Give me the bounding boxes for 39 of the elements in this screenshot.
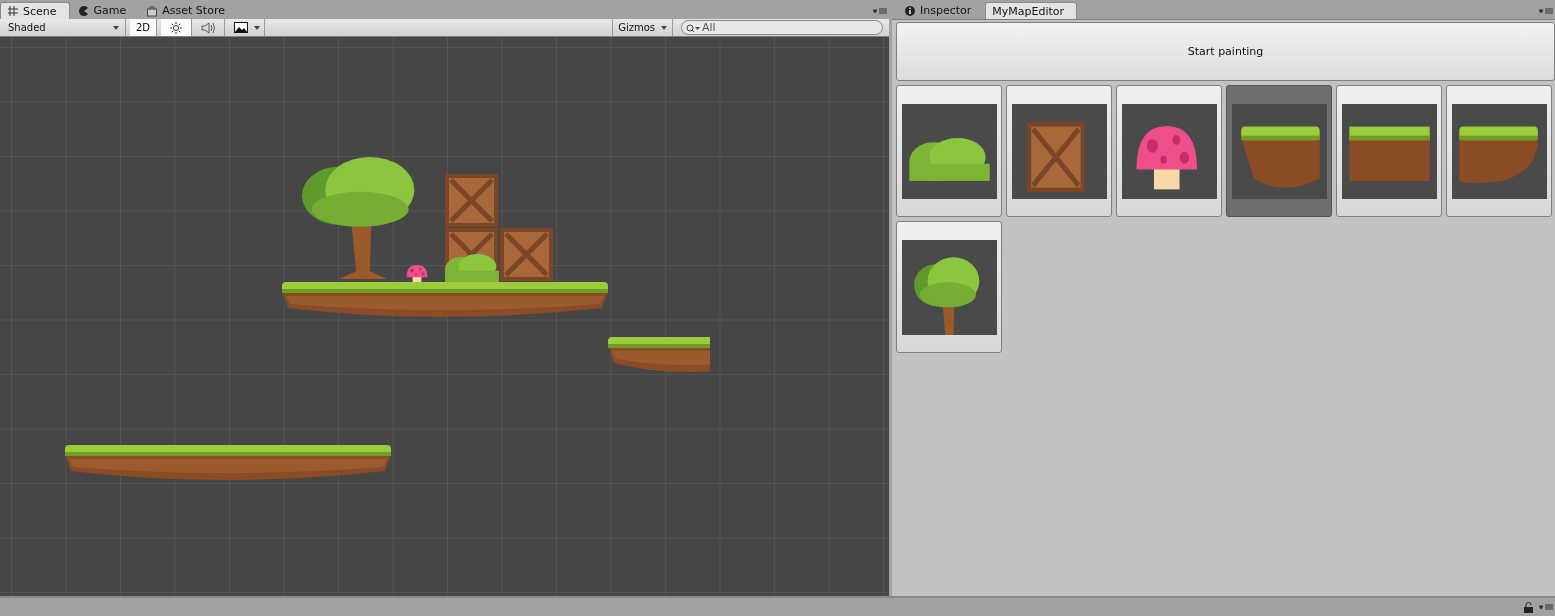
panel-tab[interactable]: Inspector <box>898 2 984 19</box>
panel-tab[interactable]: Game <box>71 2 139 19</box>
caret-icon <box>113 25 119 30</box>
search-field[interactable]: All <box>681 20 883 35</box>
mushroom-sprite <box>406 265 428 283</box>
panel-menu-icon <box>1539 8 1553 14</box>
start-painting-button[interactable]: Start painting <box>896 22 1555 81</box>
palette-tile[interactable] <box>896 221 1002 353</box>
bush-sprite <box>445 254 499 282</box>
panel-menu-icon <box>873 8 887 14</box>
lighting-toggle[interactable] <box>161 19 193 36</box>
caret-icon <box>254 25 261 30</box>
crate-drawing <box>1027 121 1084 192</box>
panel-tab[interactable]: Scene <box>0 2 70 19</box>
crate-sprite <box>500 228 553 281</box>
image-icon <box>234 22 249 33</box>
mushroom-drawing <box>1135 125 1197 189</box>
panel-menu-icon <box>1539 604 1553 610</box>
palette-tile[interactable] <box>1116 85 1222 217</box>
speaker-icon <box>201 21 216 34</box>
grid-icon <box>7 5 19 17</box>
palette-tile[interactable] <box>1006 85 1112 217</box>
shopping-bag-icon <box>146 4 159 17</box>
panel-tab[interactable]: Asset Store <box>140 2 237 19</box>
lock-icon <box>1524 601 1533 613</box>
2d-toggle[interactable]: 2D <box>130 19 158 36</box>
panel-tab[interactable]: MyMapEditor <box>985 2 1078 19</box>
palette-tile[interactable] <box>896 85 1002 217</box>
caret-icon <box>661 25 667 30</box>
gizmos-dropdown[interactable]: Gizmos <box>612 19 673 36</box>
shading-mode-dropdown[interactable]: Shaded <box>0 19 126 36</box>
crate-sprite <box>445 174 498 227</box>
palette-tile[interactable] <box>1336 85 1442 217</box>
palette-tile[interactable] <box>1226 85 1332 217</box>
info-icon <box>904 4 916 17</box>
scene-view[interactable] <box>0 37 889 596</box>
pacman-icon <box>77 4 90 17</box>
palette-tile[interactable] <box>1446 85 1552 217</box>
sun-icon <box>170 21 183 34</box>
